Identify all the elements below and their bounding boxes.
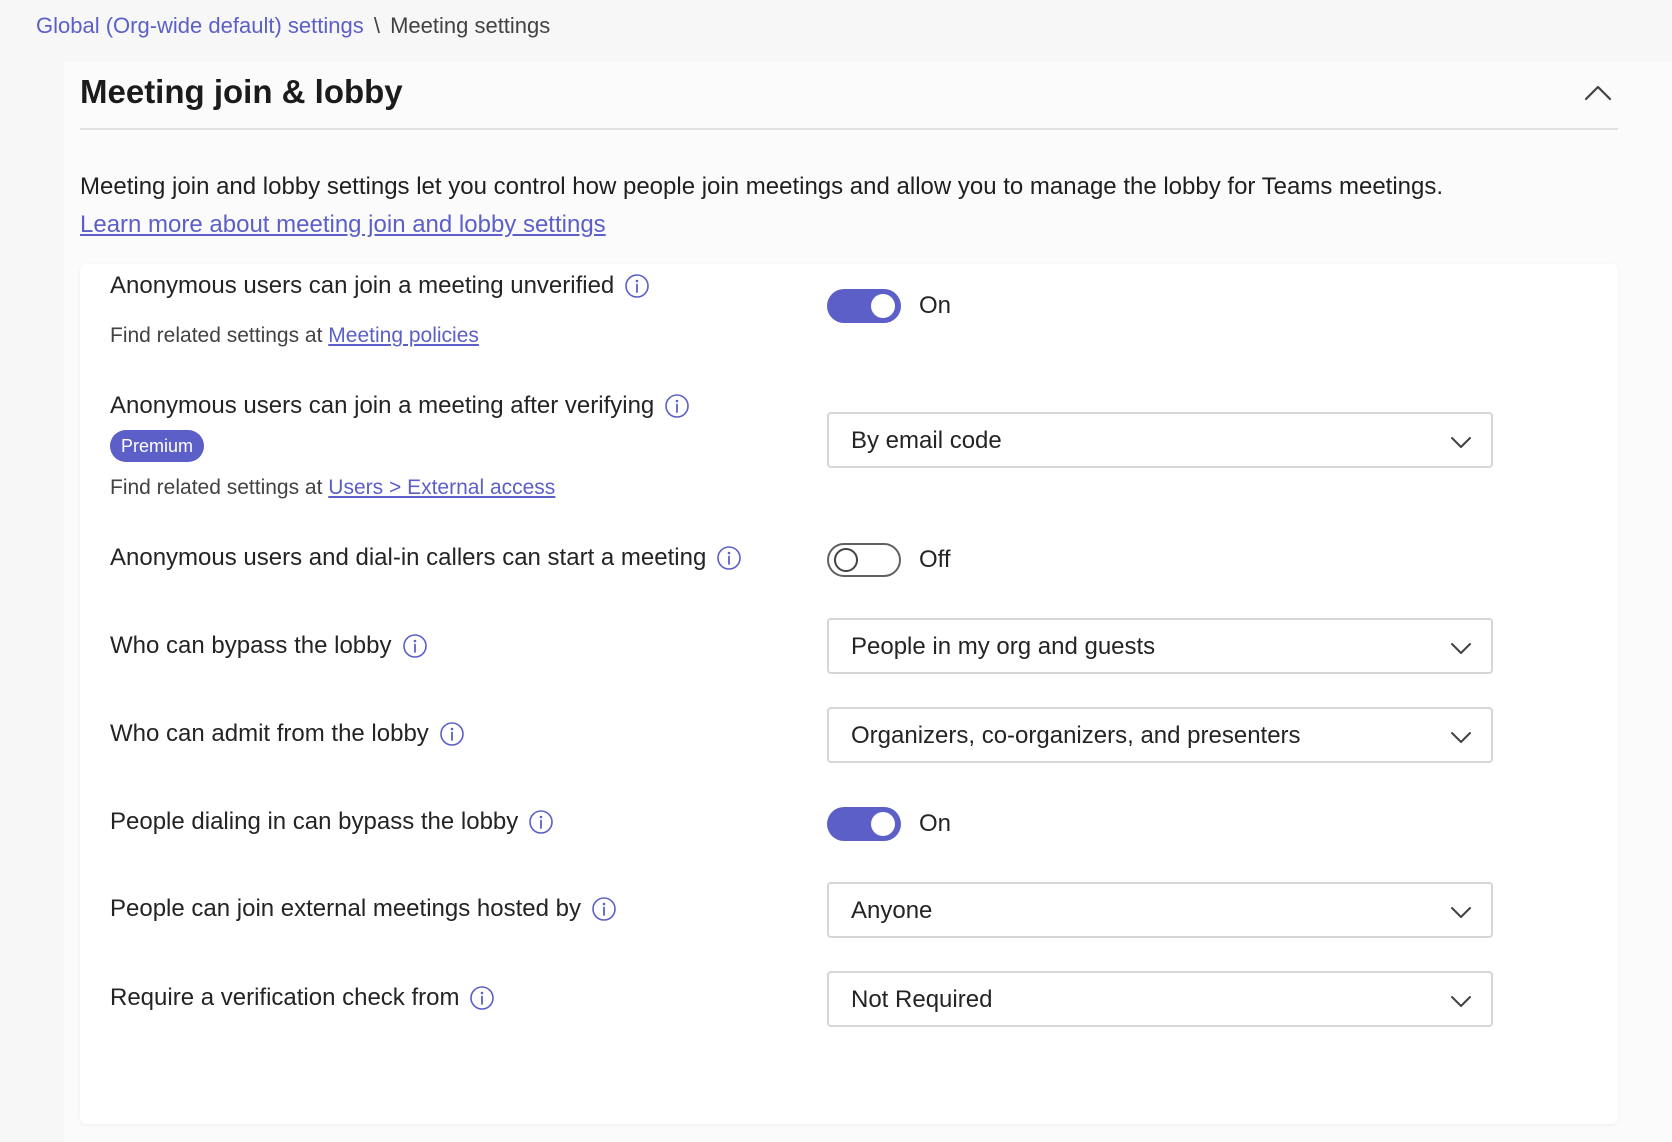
toggle-state-text: Off: [919, 546, 951, 573]
dropdown-value: People in my org and guests: [851, 633, 1156, 660]
setting-label: People can join external meetings hosted…: [110, 893, 617, 925]
section-title: Meeting join & lobby: [80, 73, 403, 110]
info-icon[interactable]: [469, 985, 495, 1011]
toggle-knob: [871, 294, 895, 318]
breadcrumb: Global (Org-wide default) settings \ Mee…: [36, 12, 550, 40]
chevron-down-icon: [1451, 996, 1471, 1007]
dropdown-value: Anyone: [851, 897, 933, 924]
breadcrumb-separator: \: [373, 13, 380, 38]
toggle-state-text: On: [919, 810, 952, 837]
breadcrumb-current: Meeting settings: [390, 13, 551, 38]
setting-label: Anonymous users and dial-in callers can …: [110, 542, 742, 574]
setting-label-text: Who can admit from the lobby: [110, 720, 429, 747]
external-access-link[interactable]: Users > External access: [328, 476, 555, 499]
setting-label-text: People can join external meetings hosted…: [110, 895, 581, 922]
info-icon[interactable]: [528, 809, 554, 835]
section-header: Meeting join & lobby: [80, 64, 1618, 130]
chevron-down-icon: [1451, 437, 1471, 448]
settings-card: Anonymous users can join a meeting unver…: [80, 264, 1618, 1124]
related-prefix: Find related settings at: [110, 476, 323, 499]
setting-label: Who can admit from the lobby: [110, 718, 465, 750]
learn-more-link[interactable]: Learn more about meeting join and lobby …: [80, 211, 606, 238]
bypass-lobby-dropdown[interactable]: People in my org and guests: [827, 618, 1493, 674]
setting-label: Who can bypass the lobby: [110, 630, 428, 662]
setting-label-text: Who can bypass the lobby: [110, 632, 392, 659]
anonymous-verifying-dropdown[interactable]: By email code: [827, 412, 1493, 468]
toggle-state-text: On: [919, 292, 952, 319]
verification-check-dropdown[interactable]: Not Required: [827, 971, 1493, 1027]
description-text: Meeting join and lobby settings let you …: [80, 173, 1444, 200]
chevron-down-icon: [1451, 643, 1471, 654]
info-icon[interactable]: [624, 273, 650, 299]
setting-label: Anonymous users can join a meeting after…: [110, 390, 690, 422]
dropdown-value: By email code: [851, 427, 1002, 454]
chevron-down-icon: [1451, 907, 1471, 918]
setting-label-text: Anonymous users and dial-in callers can …: [110, 544, 707, 571]
info-icon[interactable]: [716, 545, 742, 571]
chevron-down-icon: [1451, 732, 1471, 743]
anonymous-start-toggle[interactable]: [827, 543, 901, 577]
meeting-policies-link[interactable]: Meeting policies: [328, 324, 479, 347]
toggle-knob: [871, 812, 895, 836]
related-prefix: Find related settings at: [110, 324, 323, 347]
setting-label: People dialing in can bypass the lobby: [110, 806, 554, 838]
setting-label-text: People dialing in can bypass the lobby: [110, 808, 519, 835]
setting-label-text: Require a verification check from: [110, 984, 460, 1011]
anonymous-unverified-toggle[interactable]: [827, 289, 901, 323]
info-icon[interactable]: [439, 721, 465, 747]
related-settings: Find related settings at Meeting policie…: [110, 322, 479, 350]
setting-label-text: Anonymous users can join a meeting unver…: [110, 272, 615, 299]
setting-label-text: Anonymous users can join a meeting after…: [110, 392, 655, 419]
setting-label: Anonymous users can join a meeting unver…: [110, 270, 650, 302]
premium-badge: Premium: [110, 430, 205, 462]
info-icon[interactable]: [402, 633, 428, 659]
admit-lobby-dropdown[interactable]: Organizers, co-organizers, and presenter…: [827, 707, 1493, 763]
info-icon[interactable]: [591, 896, 617, 922]
breadcrumb-global-settings-link[interactable]: Global (Org-wide default) settings: [36, 13, 364, 38]
section-description: Meeting join and lobby settings let you …: [80, 168, 1640, 244]
setting-label: Require a verification check from: [110, 982, 495, 1014]
dropdown-value: Not Required: [851, 986, 993, 1013]
external-meetings-dropdown[interactable]: Anyone: [827, 882, 1493, 938]
chevron-up-icon: [1584, 85, 1612, 101]
toggle-knob: [834, 548, 858, 572]
dropdown-value: Organizers, co-organizers, and presenter…: [851, 722, 1301, 749]
info-icon[interactable]: [664, 393, 690, 419]
collapse-section-button[interactable]: [1578, 74, 1618, 110]
dialin-bypass-toggle[interactable]: [827, 807, 901, 841]
related-settings: Find related settings at Users > Externa…: [110, 474, 555, 502]
